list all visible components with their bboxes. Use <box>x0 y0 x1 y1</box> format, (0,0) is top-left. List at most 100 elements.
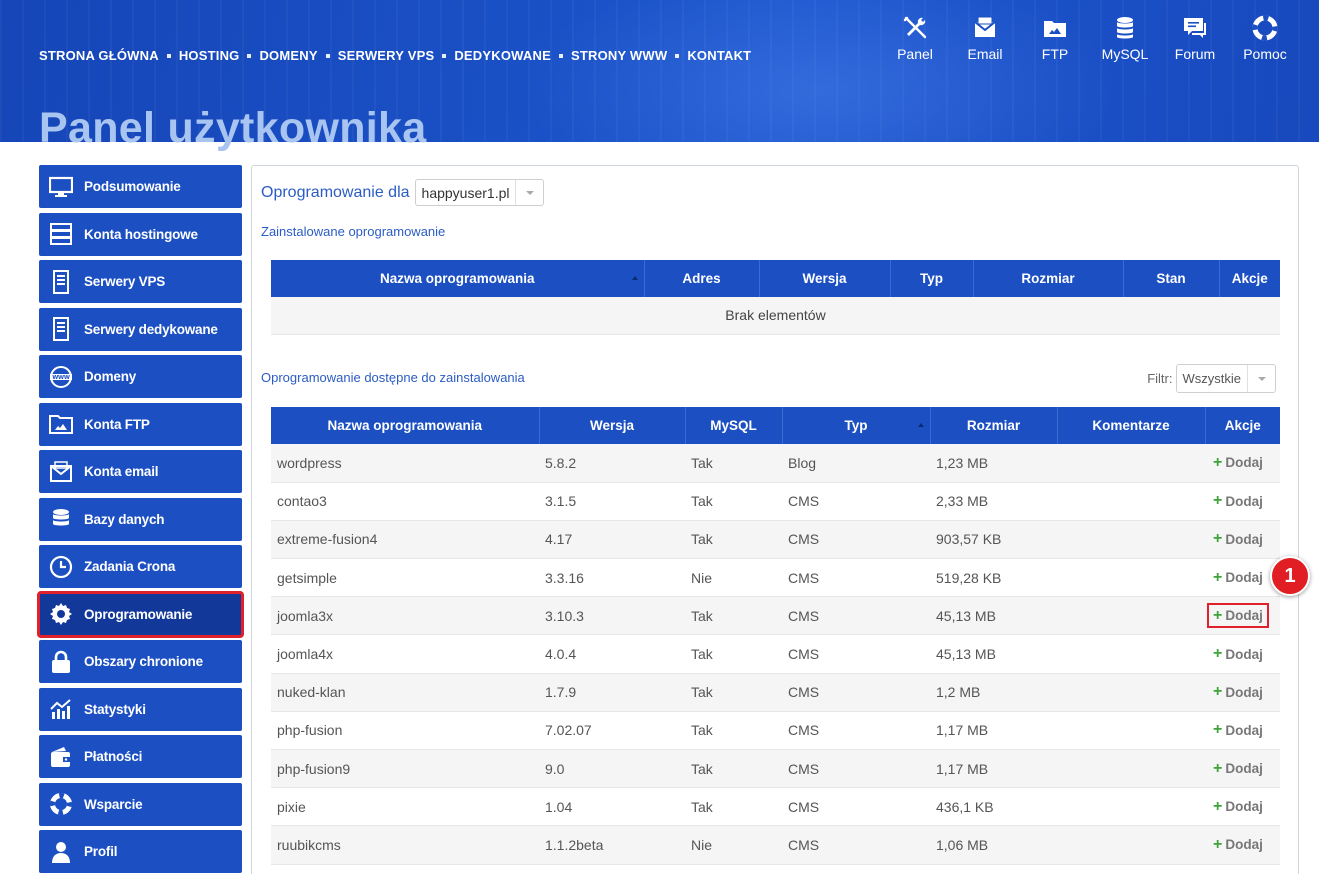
sidebar-item-summary[interactable]: Podsumowanie <box>39 165 242 208</box>
nav-link-domains[interactable]: DOMENY <box>259 48 317 63</box>
table-row: nuked-klan 1.7.9 Tak CMS 1,2 MB + Dodaj <box>271 673 1280 712</box>
plus-icon: + <box>1213 797 1223 815</box>
cell-name: joomla4x <box>271 634 539 674</box>
table-row: wordpress 5.8.2 Tak Blog 1,23 MB + Dodaj <box>271 444 1280 483</box>
add-software-button[interactable]: + Dodaj <box>1210 683 1266 702</box>
icon-nav-email[interactable]: Email <box>950 14 1020 62</box>
sidebar-item-domains[interactable]: WWW Domeny <box>39 355 242 398</box>
add-software-button[interactable]: + Dodaj <box>1210 492 1266 511</box>
cell-mysql: Tak <box>685 634 782 674</box>
sidebar-item-cron[interactable]: Zadania Crona <box>39 545 242 588</box>
nav-link-dedicated[interactable]: DEDYKOWANE <box>454 48 551 63</box>
sidebar-item-databases[interactable]: Bazy danych <box>39 497 242 541</box>
add-software-button[interactable]: + Dodaj <box>1210 759 1266 778</box>
column-header-type[interactable]: Typ <box>782 407 931 444</box>
nav-link-websites[interactable]: STRONY WWW <box>571 48 667 63</box>
page: STRONA GŁÓWNA HOSTING DOMENY SERWERY VPS… <box>0 0 1319 874</box>
cell-version: 1.04 <box>539 787 685 827</box>
add-software-button[interactable]: + Dodaj <box>1207 603 1269 629</box>
add-software-button[interactable]: + Dodaj <box>1210 721 1266 740</box>
icon-nav-ftp[interactable]: FTP <box>1020 14 1090 62</box>
icon-nav-forum[interactable]: Forum <box>1160 14 1230 62</box>
nav-separator <box>558 53 563 58</box>
column-header-name[interactable]: Nazwa oprogramowania <box>271 407 540 444</box>
add-software-button[interactable]: + Dodaj <box>1210 645 1266 664</box>
column-header-status[interactable]: Stan <box>1123 260 1220 297</box>
cell-actions: + Dodaj <box>1205 596 1280 636</box>
cell-name: pixie <box>271 787 539 827</box>
sidebar-item-vps[interactable]: Serwery VPS <box>39 260 242 303</box>
cell-type: Blog <box>782 444 930 483</box>
cell-comment <box>1057 634 1205 674</box>
sidebar-item-payments[interactable]: Płatności <box>39 735 242 778</box>
column-header-address[interactable]: Adres <box>644 260 760 297</box>
sidebar-item-email[interactable]: Konta email <box>39 450 242 493</box>
add-software-button[interactable]: + Dodaj <box>1210 530 1266 549</box>
nav-link-hosting[interactable]: HOSTING <box>179 48 240 63</box>
add-software-button[interactable]: + Dodaj <box>1210 835 1266 854</box>
folder-icon <box>49 412 73 436</box>
step-callout-badge: 1 <box>1270 556 1310 596</box>
sidebar-item-label: Serwery VPS <box>84 274 166 289</box>
cell-version: 4.0.4 <box>539 634 685 674</box>
cell-comment <box>1057 482 1205 521</box>
column-header-comments[interactable]: Komentarze <box>1057 407 1206 444</box>
nav-separator <box>166 53 171 58</box>
column-header-version[interactable]: Wersja <box>539 407 686 444</box>
column-header-mysql[interactable]: MySQL <box>685 407 783 444</box>
icon-nav-help[interactable]: Pomoc <box>1230 14 1300 62</box>
tools-icon <box>903 16 927 39</box>
cell-actions: + Dodaj <box>1205 825 1280 865</box>
cell-mysql: Tak <box>685 749 782 789</box>
sidebar-item-dedicated[interactable]: Serwery dedykowane <box>39 307 242 351</box>
cell-size: 45,13 MB <box>930 634 1057 674</box>
table-row: contao3 3.1.5 Tak CMS 2,33 MB + Dodaj <box>271 482 1280 521</box>
cell-name: joomla3x <box>271 596 539 636</box>
cell-size: 2,33 MB <box>930 482 1057 521</box>
add-software-button[interactable]: + Dodaj <box>1210 797 1266 816</box>
sidebar-item-statistics[interactable]: Statystyki <box>39 687 242 731</box>
sidebar-item-protected-areas[interactable]: Obszary chronione <box>39 640 242 683</box>
cell-type: CMS <box>782 520 930 560</box>
nav-separator <box>247 53 252 58</box>
add-software-button[interactable]: + Dodaj <box>1210 568 1266 587</box>
chevron-down-icon <box>515 180 543 205</box>
icon-navigation: Panel Email FTP MySQL Forum Pomoc <box>880 14 1300 62</box>
column-header-name[interactable]: Nazwa oprogramowania <box>271 260 645 297</box>
cell-mysql: Tak <box>685 444 782 483</box>
nav-link-vps[interactable]: SERWERY VPS <box>338 48 435 63</box>
sidebar-item-label: Wsparcie <box>84 796 143 812</box>
plus-icon: + <box>1213 645 1223 663</box>
cell-comment <box>1057 787 1205 827</box>
sidebar-item-ftp[interactable]: Konta FTP <box>39 402 242 446</box>
column-header-size[interactable]: Rozmiar <box>973 260 1124 297</box>
sidebar-item-software[interactable]: Oprogramowanie <box>37 590 244 638</box>
user-icon <box>49 840 73 864</box>
column-header-version[interactable]: Wersja <box>759 260 891 297</box>
nav-link-contact[interactable]: KONTAKT <box>687 48 751 63</box>
domain-select[interactable]: happyuser1.pl <box>414 179 545 206</box>
sidebar-item-support[interactable]: Wsparcie <box>39 782 242 826</box>
filter-select[interactable]: Wszystkie <box>1175 364 1276 393</box>
svg-text:WWW: WWW <box>52 375 70 381</box>
add-software-button[interactable]: + Dodaj <box>1210 453 1266 472</box>
add-button-label: Dodaj <box>1225 493 1263 509</box>
sidebar-item-profile[interactable]: Profil <box>39 830 242 873</box>
sidebar-item-hosting-accounts[interactable]: Konta hostingowe <box>39 212 242 256</box>
cell-version: 7.02.07 <box>539 711 685 751</box>
cell-mysql: Tak <box>685 482 782 521</box>
sidebar: Podsumowanie Konta hostingowe Serwery VP… <box>37 165 244 874</box>
cell-version: 1.7.9 <box>539 673 685 712</box>
column-header-type[interactable]: Typ <box>890 260 974 297</box>
envelope-icon <box>49 460 73 484</box>
icon-nav-mysql[interactable]: MySQL <box>1090 14 1160 62</box>
icon-nav-panel[interactable]: Panel <box>880 14 950 62</box>
server-icon <box>49 222 73 246</box>
domain-select-value: happyuser1.pl <box>421 184 510 201</box>
wallet-icon <box>49 745 73 769</box>
nav-separator <box>442 53 447 58</box>
nav-separator <box>675 53 680 58</box>
nav-link-home[interactable]: STRONA GŁÓWNA <box>39 48 159 63</box>
cell-version: 1.1.2beta <box>539 825 685 865</box>
column-header-size[interactable]: Rozmiar <box>930 407 1058 444</box>
